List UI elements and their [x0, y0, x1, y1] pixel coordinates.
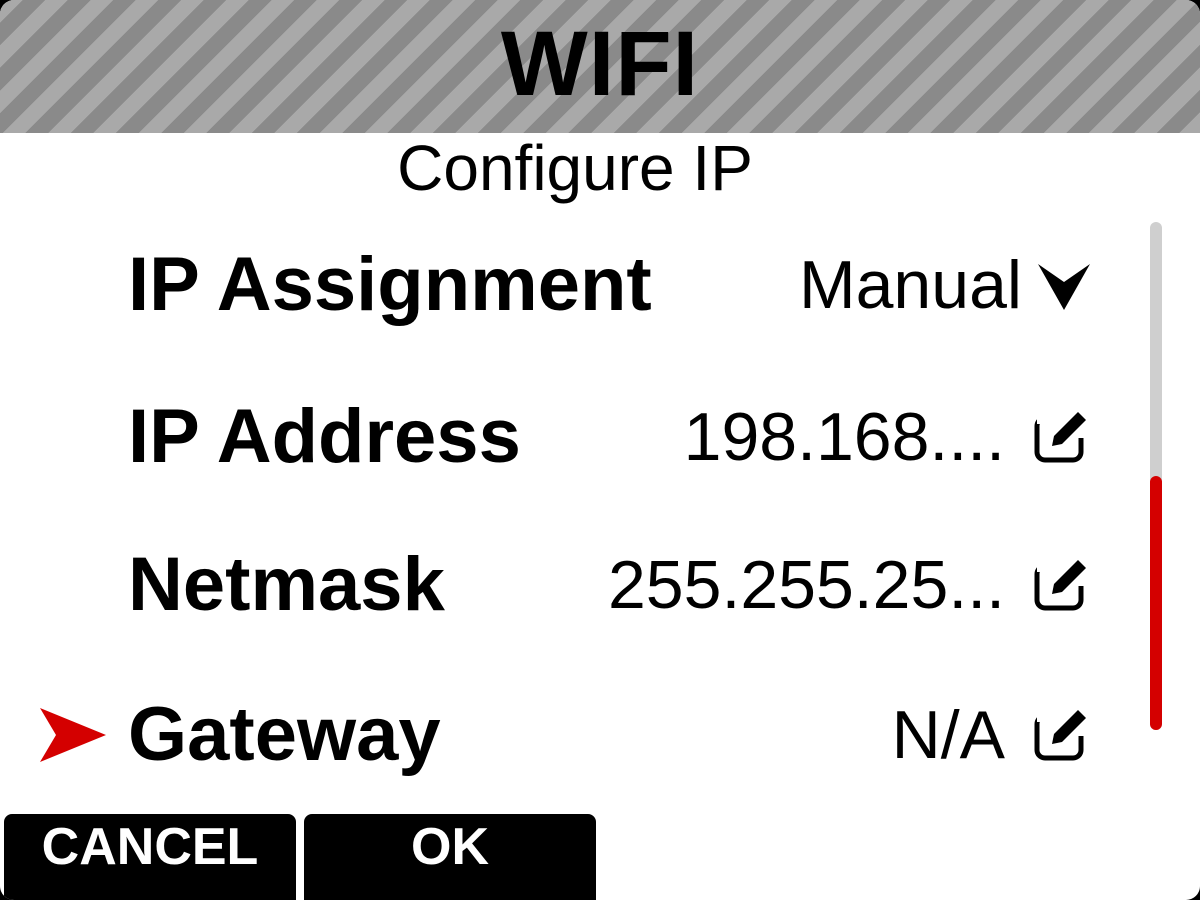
- netmask-row[interactable]: Netmask 255.255.25...: [0, 530, 1130, 640]
- edit-icon[interactable]: [1032, 554, 1092, 614]
- edit-icon[interactable]: [1032, 406, 1092, 466]
- section-subtitle: Configure IP: [397, 132, 753, 204]
- netmask-value: 255.255.25...: [607, 547, 1005, 623]
- ok-button[interactable]: OK: [304, 814, 596, 900]
- cancel-button[interactable]: CANCEL: [4, 814, 296, 900]
- edit-icon[interactable]: [1032, 704, 1092, 764]
- title-bar: WIFI: [0, 0, 1200, 133]
- page-title: WIFI: [500, 12, 700, 115]
- netmask-label: Netmask: [128, 542, 445, 627]
- gateway-value: N/A: [891, 697, 1005, 773]
- ip-address-row[interactable]: IP Address 198.168....: [0, 382, 1130, 492]
- scrollbar-thumb[interactable]: [1150, 476, 1162, 730]
- ip-address-value: 198.168....: [683, 399, 1005, 475]
- ip-assignment-label: IP Assignment: [128, 242, 652, 327]
- gateway-row[interactable]: Gateway N/A: [0, 680, 1130, 790]
- chevron-down-icon[interactable]: [1036, 260, 1092, 314]
- wifi-configure-ip-screen: WIFI Configure IP IP Assignment Manual I…: [0, 0, 1200, 900]
- ip-address-label: IP Address: [128, 394, 521, 479]
- scrollbar-track[interactable]: [1150, 222, 1162, 730]
- gateway-label: Gateway: [128, 692, 441, 777]
- ip-assignment-row[interactable]: IP Assignment Manual: [0, 230, 1130, 340]
- ip-assignment-value[interactable]: Manual: [799, 230, 1022, 340]
- selection-arrow-icon: [40, 708, 106, 762]
